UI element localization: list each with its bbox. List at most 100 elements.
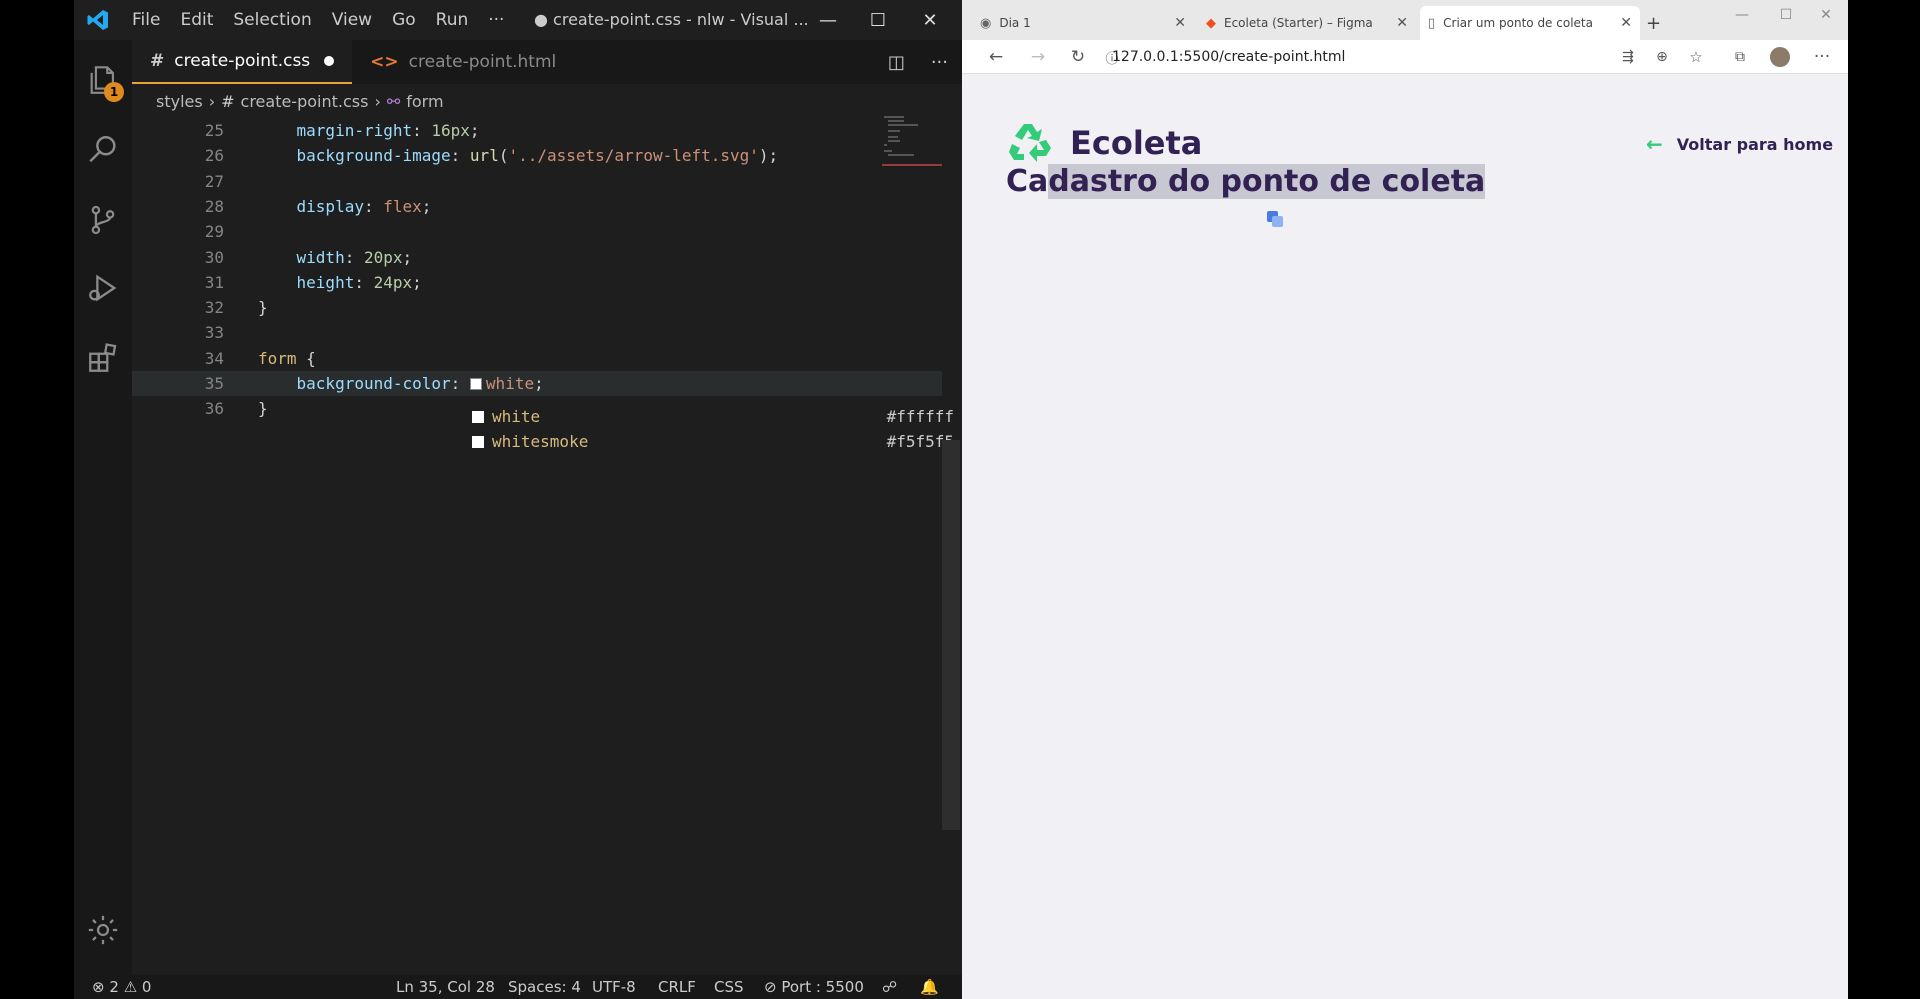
- code-token: :: [412, 121, 432, 140]
- code-token: :: [450, 374, 470, 393]
- zoom-icon[interactable]: ⊕: [1650, 46, 1674, 68]
- feedback-icon[interactable]: ☍: [882, 975, 897, 999]
- unsaved-dot-icon[interactable]: [324, 56, 335, 66]
- editor-actions: ◫ ···: [888, 40, 948, 84]
- code-token: width: [296, 247, 345, 267]
- code-editor[interactable]: 25 margin-right: 16px; 26 background-imag…: [132, 118, 942, 973]
- menu-item[interactable]: ···: [478, 0, 514, 40]
- url-field[interactable]: 127.0.0.1:5500/create-point.html: [1112, 49, 1345, 65]
- code-line[interactable]: 34 form {: [132, 346, 942, 371]
- language-mode[interactable]: CSS: [714, 975, 744, 999]
- tab-create-point-html[interactable]: <> create-point.html: [352, 40, 574, 84]
- code-line[interactable]: 32}: [132, 295, 942, 320]
- vscode-logo-icon: [74, 0, 122, 40]
- encoding[interactable]: UTF-8: [592, 975, 636, 999]
- code-line[interactable]: 33: [132, 320, 942, 345]
- new-tab-button[interactable]: +: [1646, 6, 1668, 40]
- code-line-current[interactable]: 35 background-color: white;: [132, 371, 942, 396]
- browser-close-icon[interactable]: ✕: [1804, 0, 1848, 30]
- run-debug-icon[interactable]: [74, 258, 132, 318]
- line-number: 25: [204, 121, 224, 140]
- browser-tab-label: Criar um ponto de coleta: [1443, 16, 1593, 30]
- menu-item[interactable]: File: [122, 0, 170, 40]
- close-tab-icon[interactable]: ✕: [1396, 15, 1408, 31]
- browser-menu-icon[interactable]: ···: [1810, 46, 1834, 68]
- code-line[interactable]: 25 margin-right: 16px;: [132, 118, 942, 143]
- settings-gear-icon[interactable]: [74, 900, 132, 960]
- collections-icon[interactable]: ⧉: [1728, 46, 1752, 68]
- forward-icon[interactable]: →: [1026, 46, 1050, 68]
- browser-window: ◉ Dia 1 ✕ ◆ Ecoleta (Starter) – Figma ✕ …: [962, 0, 1848, 999]
- menu-item[interactable]: Go: [382, 0, 426, 40]
- split-editor-icon[interactable]: ◫: [888, 52, 905, 73]
- editor-tabs: # create-point.css <> create-point.html: [132, 40, 962, 84]
- browser-tab-criar-ponto[interactable]: ▯ Criar um ponto de coleta ✕: [1420, 6, 1640, 40]
- code-line[interactable]: 30 width: 20px;: [132, 245, 942, 270]
- cursor-position[interactable]: Ln 35, Col 28: [396, 975, 495, 999]
- source-control-icon[interactable]: [74, 190, 132, 250]
- indentation[interactable]: Spaces: 4: [508, 975, 581, 999]
- browser-maximize-icon[interactable]: ☐: [1764, 0, 1808, 30]
- menu-item[interactable]: Edit: [170, 0, 223, 40]
- menu-item[interactable]: Run: [426, 0, 479, 40]
- explorer-badge: 1: [104, 82, 124, 102]
- minimize-icon[interactable]: —: [800, 0, 856, 40]
- maximize-icon[interactable]: ☐: [850, 0, 906, 40]
- page-icon: ▯: [1428, 15, 1436, 31]
- translate-icon[interactable]: [1266, 210, 1284, 228]
- breadcrumb-file[interactable]: create-point.css: [241, 92, 369, 111]
- code-token: :: [363, 196, 384, 216]
- vertical-scrollbar[interactable]: [942, 440, 960, 830]
- search-icon[interactable]: [74, 120, 132, 180]
- code-token: background-image: [296, 146, 451, 166]
- line-endings[interactable]: CRLF: [658, 975, 696, 999]
- code-token: :: [354, 272, 374, 292]
- back-icon[interactable]: ←: [984, 46, 1008, 68]
- menu-item[interactable]: Selection: [223, 0, 321, 40]
- back-home-link[interactable]: ← Voltar para home: [1646, 132, 1833, 156]
- screen: File Edit Selection View Go Run ··· ● create-p…: [0, 0, 1920, 999]
- close-icon[interactable]: ✕: [902, 0, 958, 40]
- browser-tab-dia1[interactable]: ◉ Dia 1 ✕: [972, 6, 1194, 40]
- close-tab-icon[interactable]: ✕: [1620, 15, 1632, 31]
- code-text: display: flex;: [258, 194, 432, 219]
- code-token: background-color: [296, 374, 451, 393]
- code-line[interactable]: 28 display: flex;: [132, 194, 942, 219]
- problems-indicator[interactable]: ⊗ 2 ⚠ 0: [92, 975, 151, 999]
- live-server-port[interactable]: ⊘ Port : 5500: [764, 975, 864, 999]
- code-text: width: 20px;: [258, 245, 413, 270]
- code-line[interactable]: 26 background-image: url('../assets/arro…: [132, 143, 942, 168]
- browser-minimize-icon[interactable]: —: [1720, 0, 1764, 30]
- reload-icon[interactable]: ↻: [1066, 46, 1090, 68]
- menu-bar: File Edit Selection View Go Run ···: [122, 0, 514, 40]
- code-token: }: [258, 298, 268, 318]
- notifications-bell-icon[interactable]: 🔔: [920, 975, 939, 999]
- browser-tab-figma[interactable]: ◆ Ecoleta (Starter) – Figma ✕: [1198, 6, 1416, 40]
- extensions-icon[interactable]: [74, 328, 132, 388]
- line-number: 29: [204, 222, 224, 242]
- code-text: background-color: white;: [258, 371, 544, 396]
- arrow-left-icon: ←: [1646, 132, 1663, 156]
- breadcrumb-folder[interactable]: styles: [156, 92, 203, 111]
- color-swatch-icon[interactable]: [469, 378, 482, 390]
- suggestion-item[interactable]: whitesmoke #f5f5f5: [394, 429, 954, 454]
- code-line[interactable]: 31 height: 24px;: [132, 270, 942, 295]
- code-token: '../assets/arrow-left.svg': [508, 146, 759, 166]
- favorite-star-icon[interactable]: ☆: [1684, 46, 1708, 68]
- minimap[interactable]: [880, 114, 942, 184]
- more-actions-icon[interactable]: ···: [931, 52, 948, 73]
- explorer-icon[interactable]: 1: [74, 50, 132, 110]
- code-token: ;: [469, 121, 480, 140]
- suggestion-item[interactable]: white #ffffff: [394, 404, 954, 429]
- read-aloud-icon[interactable]: ⇶: [1616, 46, 1640, 68]
- ecoleta-logo[interactable]: Ecoleta: [1006, 120, 1202, 166]
- address-bar: ← → ↻ ⓘ 127.0.0.1:5500/create-point.html…: [962, 40, 1848, 74]
- tab-create-point-css[interactable]: # create-point.css: [132, 40, 353, 84]
- code-line[interactable]: 29: [132, 219, 942, 244]
- code-line[interactable]: 27: [132, 169, 942, 194]
- profile-avatar[interactable]: [1768, 46, 1792, 68]
- menu-item[interactable]: View: [322, 0, 382, 40]
- close-tab-icon[interactable]: ✕: [1174, 15, 1186, 31]
- breadcrumb-symbol[interactable]: form: [406, 92, 443, 111]
